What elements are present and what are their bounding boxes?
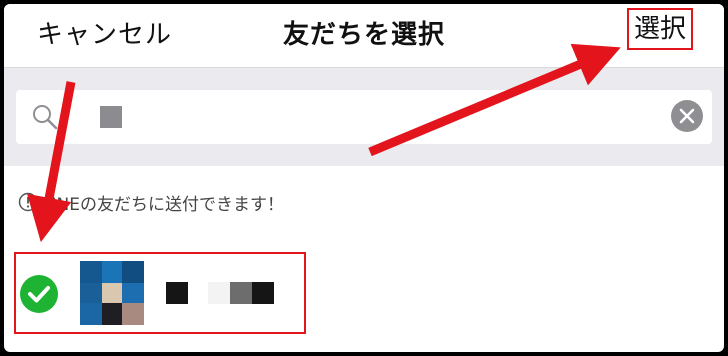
page-title: 友だちを選択 [282, 20, 445, 50]
search-input[interactable]: ■ [16, 90, 712, 144]
select-button[interactable]: 選択 [627, 8, 693, 50]
info-icon [18, 192, 38, 212]
search-icon [33, 105, 58, 130]
checkmark-icon[interactable] [20, 275, 58, 313]
notice: LINEの友だちに送付できます！ [18, 188, 284, 216]
friend-name [166, 282, 278, 304]
search-query: ■ [100, 106, 122, 128]
search-area: ■ [4, 68, 724, 166]
friend-list-item[interactable] [14, 252, 306, 334]
screen: キャンセル 友だちを選択 選択 ■ LINEの友だちに送付できます！ [4, 4, 724, 352]
friend-name-pixelated [166, 282, 274, 304]
avatar [80, 261, 144, 325]
clear-icon[interactable] [670, 99, 704, 133]
notice-text: LINEの友だちに送付できます！ [42, 194, 284, 215]
top-bar: キャンセル 友だちを選択 選択 [4, 4, 724, 68]
